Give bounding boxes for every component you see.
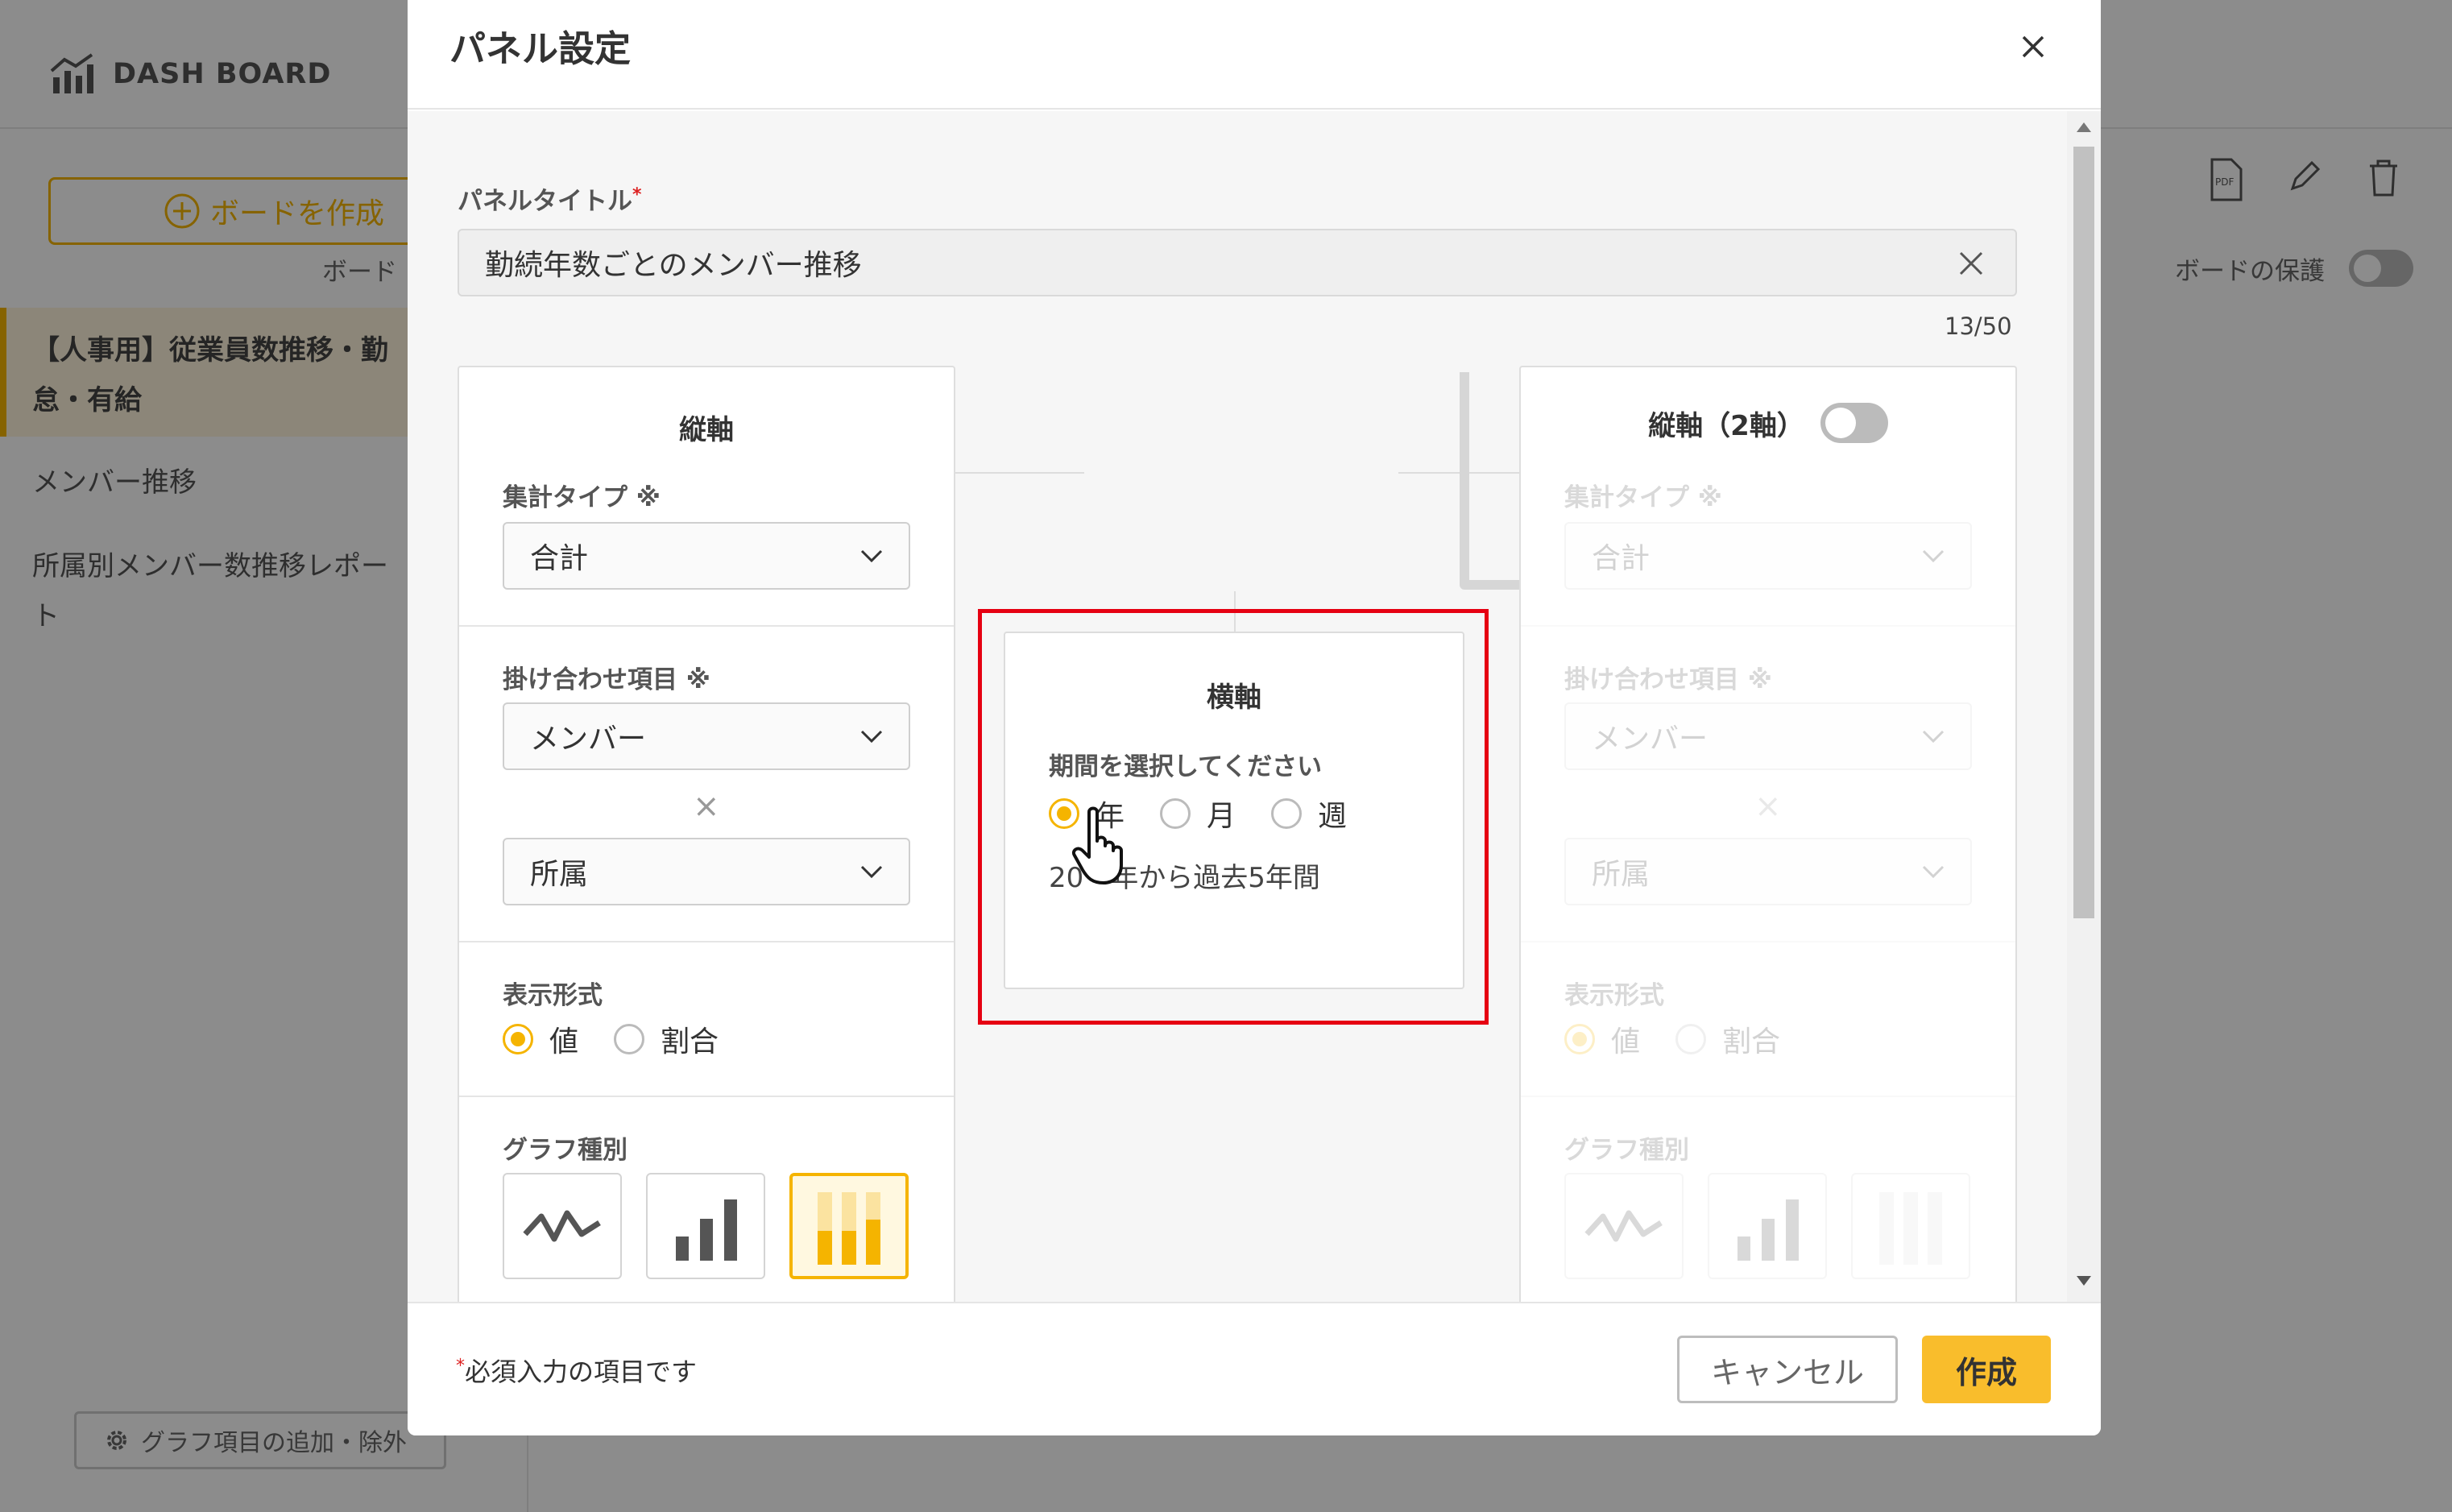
modal-title: パネル設定 <box>449 27 632 70</box>
combo-times-icon: × <box>1754 788 1782 825</box>
secondary-axis-header: 縦軸（2軸） <box>1521 403 2015 443</box>
panel-settings-modal: パネル設定 パネルタイトル* 勤続年数ごとのメンバー推移 13/50 縦軸 集計… <box>408 0 2101 1435</box>
combo-select-2[interactable]: 所属 <box>503 838 910 905</box>
scroll-down-icon[interactable] <box>2077 1276 2091 1286</box>
section-divider <box>1521 941 2015 942</box>
agg-type-value: 合計 <box>1592 542 1651 575</box>
secondary-graph-type-bar <box>1708 1173 1827 1279</box>
create-button[interactable]: 作成 <box>1922 1336 2051 1403</box>
section-divider <box>459 941 954 942</box>
secondary-combo-select-1: メンバー <box>1564 702 1972 770</box>
stacked-bar-chart-icon <box>818 1192 880 1265</box>
panel-title-input[interactable]: 勤続年数ごとのメンバー推移 <box>458 229 2017 296</box>
modal-body: パネルタイトル* 勤続年数ごとのメンバー推移 13/50 縦軸 集計タイプ ※ <box>408 111 2101 1302</box>
combo-times-icon: × <box>693 788 720 825</box>
display-format-label: 表示形式 <box>503 981 603 1010</box>
modal-scrollbar[interactable] <box>2067 111 2101 1302</box>
chevron-down-icon <box>1922 730 1945 744</box>
display-ratio-label: 割合 <box>1722 1025 1781 1058</box>
agg-type-label: 集計タイプ ※ <box>1564 483 1722 512</box>
clear-input-icon[interactable] <box>1956 248 1986 279</box>
required-note: *必須入力の項目です <box>456 1356 698 1387</box>
combo-select-1[interactable]: メンバー <box>503 702 910 770</box>
chevron-down-icon <box>860 865 883 879</box>
combo-value-2: 所属 <box>530 858 589 891</box>
secondary-graph-type-line <box>1564 1173 1684 1279</box>
combo-value-2: 所属 <box>1592 858 1651 891</box>
stacked-bar-chart-icon <box>1879 1192 1942 1265</box>
section-divider <box>459 1096 954 1097</box>
cancel-button[interactable]: キャンセル <box>1677 1336 1898 1403</box>
combo-label: 掛け合わせ項目 ※ <box>503 665 710 694</box>
display-ratio-radio[interactable] <box>614 1024 645 1054</box>
agg-type-label: 集計タイプ ※ <box>503 483 661 512</box>
chevron-down-icon <box>860 549 883 563</box>
display-value-label: 値 <box>1611 1025 1641 1058</box>
display-value-radio[interactable] <box>503 1024 533 1054</box>
agg-type-select[interactable]: 合計 <box>503 522 910 590</box>
graph-type-label: グラフ種別 <box>503 1136 627 1165</box>
display-ratio-radio <box>1675 1024 1707 1054</box>
highlight-box <box>978 609 1489 1025</box>
graph-type-line[interactable] <box>503 1173 622 1279</box>
secondary-axis-panel: 縦軸（2軸） 集計タイプ ※ 合計 掛け合わせ項目 ※ メンバー × 所属 表示… <box>1519 366 2017 1302</box>
secondary-combo-select-2: 所属 <box>1564 838 1972 905</box>
section-divider <box>1521 625 2015 627</box>
combo-label: 掛け合わせ項目 ※ <box>1564 665 1772 694</box>
graph-type-bar[interactable] <box>646 1173 765 1279</box>
chevron-down-icon <box>860 730 883 744</box>
section-divider <box>1521 1096 2015 1097</box>
scroll-up-icon[interactable] <box>2077 122 2091 132</box>
connector-left <box>955 472 1084 474</box>
bar-chart-icon <box>1738 1199 1799 1261</box>
section-divider <box>459 625 954 627</box>
secondary-axis-title: 縦軸（2軸） <box>1648 409 1804 442</box>
display-ratio-label: 割合 <box>661 1025 719 1058</box>
secondary-display-radios: 値 割合 <box>1564 1018 1816 1060</box>
graph-type-label: グラフ種別 <box>1564 1136 1689 1165</box>
secondary-axis-toggle[interactable] <box>1820 403 1888 443</box>
display-format-label: 表示形式 <box>1564 981 1664 1010</box>
secondary-graph-type-stacked-bar <box>1851 1173 1970 1279</box>
scroll-thumb[interactable] <box>2073 147 2094 918</box>
combo-value-1: メンバー <box>530 723 647 756</box>
display-value-label: 値 <box>549 1025 579 1058</box>
display-value-radio <box>1564 1024 1595 1054</box>
line-chart-icon <box>523 1210 601 1242</box>
graph-type-stacked-bar[interactable] <box>789 1173 909 1279</box>
panel-title-value: 勤続年数ごとのメンバー推移 <box>485 249 862 282</box>
hand-pointer-icon <box>1072 806 1123 884</box>
close-icon[interactable] <box>2011 24 2056 69</box>
chevron-down-icon <box>1922 865 1945 879</box>
title-char-counter: 13/50 <box>1945 313 2012 340</box>
chevron-down-icon <box>1922 549 1945 563</box>
display-format-radios: 値 割合 <box>503 1018 754 1060</box>
bar-chart-icon <box>676 1199 737 1261</box>
panel-title-label: パネルタイトル* <box>458 184 642 216</box>
line-chart-icon <box>1584 1210 1663 1242</box>
vertical-axis-title: 縦軸 <box>679 414 734 446</box>
modal-header: パネル設定 <box>408 0 2101 110</box>
agg-type-value: 合計 <box>530 542 589 575</box>
modal-footer: *必須入力の項目です キャンセル 作成 <box>408 1302 2101 1435</box>
vertical-axis-panel: 縦軸 集計タイプ ※ 合計 掛け合わせ項目 ※ メンバー × 所属 表示形式 値… <box>458 366 955 1302</box>
combo-value-1: メンバー <box>1592 723 1709 756</box>
secondary-agg-type-select: 合計 <box>1564 522 1972 590</box>
